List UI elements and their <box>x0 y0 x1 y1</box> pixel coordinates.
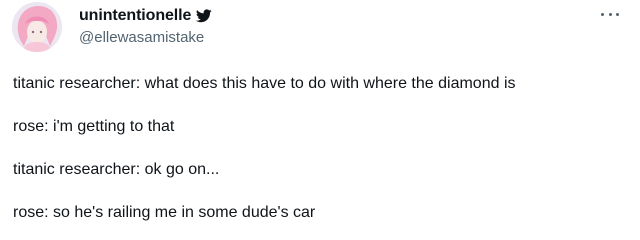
twitter-bird-icon <box>196 9 213 23</box>
user-handle[interactable]: @ellewasamistake <box>79 29 212 46</box>
more-dot <box>616 12 619 16</box>
display-name[interactable]: unintentionelle <box>79 7 191 25</box>
avatar[interactable] <box>12 2 62 52</box>
display-name-row: unintentionelle <box>79 4 213 28</box>
tweet-header: unintentionelle @ellewasamistake <box>79 4 213 46</box>
tweet-line: titanic researcher: ok go on... <box>13 161 220 178</box>
tweet-line: titanic researcher: what does this have … <box>13 75 516 92</box>
tweet-line: rose: so he's railing me in some dude's … <box>13 204 316 221</box>
tweet-line: rose: i'm getting to that <box>13 118 175 135</box>
more-options-icon[interactable] <box>601 8 619 20</box>
tweet-text: titanic researcher: what does this have … <box>13 74 628 223</box>
more-dot <box>601 12 604 16</box>
tweet-card: unintentionelle @ellewasamistake titanic… <box>0 0 640 240</box>
more-dot <box>608 12 612 16</box>
avatar-image <box>12 2 62 52</box>
